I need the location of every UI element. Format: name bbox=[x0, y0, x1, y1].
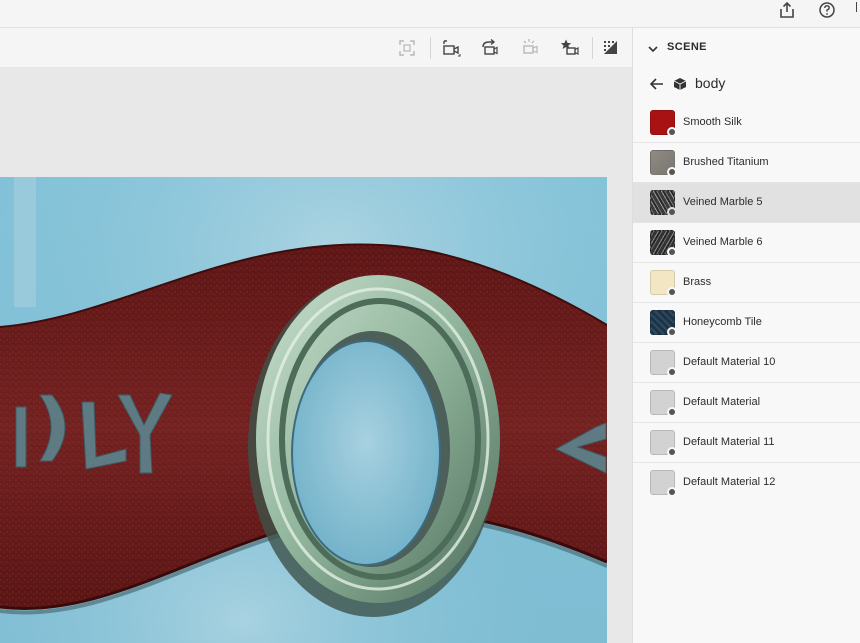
material-badge-icon bbox=[667, 247, 677, 257]
material-list: Smooth Silk Brushed Titanium Veined Marb… bbox=[633, 103, 860, 503]
scene-title: SCENE bbox=[667, 41, 707, 53]
scene-render bbox=[0, 177, 607, 643]
ring-grommet bbox=[248, 275, 500, 617]
scene-panel: SCENE body Smooth Silk Brushed Titanium … bbox=[632, 28, 860, 643]
material-item[interactable]: Honeycomb Tile bbox=[633, 303, 860, 343]
help-icon[interactable] bbox=[817, 0, 837, 20]
material-item[interactable]: Brass bbox=[633, 263, 860, 303]
material-item[interactable]: Veined Marble 6 bbox=[633, 223, 860, 263]
material-badge-icon bbox=[667, 367, 677, 377]
back-arrow-icon[interactable] bbox=[649, 76, 665, 92]
material-label: Brushed Titanium bbox=[683, 156, 769, 168]
scene-header[interactable]: SCENE bbox=[633, 28, 860, 68]
overflow-edge bbox=[856, 2, 860, 12]
frame-selection-icon[interactable] bbox=[396, 37, 418, 59]
toolbar-separator bbox=[592, 37, 593, 59]
rotate-view-icon[interactable] bbox=[478, 37, 500, 59]
material-label: Default Material bbox=[683, 396, 761, 408]
material-label: Brass bbox=[683, 276, 712, 288]
camera-options-icon[interactable] bbox=[440, 37, 462, 59]
cube-icon bbox=[673, 77, 687, 91]
material-badge-icon bbox=[667, 327, 677, 337]
starred-object-icon[interactable] bbox=[558, 37, 580, 59]
render-preview-icon[interactable] bbox=[600, 37, 622, 59]
light-options-icon[interactable] bbox=[518, 37, 540, 59]
material-label: Default Material 11 bbox=[683, 436, 775, 448]
material-item[interactable]: Default Material bbox=[633, 383, 860, 423]
material-item[interactable]: Default Material 11 bbox=[633, 423, 860, 463]
top-bar bbox=[0, 0, 860, 28]
chevron-down-icon[interactable] bbox=[647, 42, 659, 54]
3d-viewport[interactable] bbox=[0, 177, 607, 643]
breadcrumb: body bbox=[633, 68, 860, 100]
material-badge-icon bbox=[667, 447, 677, 457]
share-icon[interactable] bbox=[777, 0, 797, 20]
material-badge-icon bbox=[667, 287, 677, 297]
material-item[interactable]: Default Material 10 bbox=[633, 343, 860, 383]
material-label: Veined Marble 6 bbox=[683, 236, 763, 248]
material-label: Veined Marble 5 bbox=[683, 196, 763, 208]
material-label: Honeycomb Tile bbox=[683, 316, 762, 328]
material-label: Default Material 10 bbox=[683, 356, 776, 368]
material-item[interactable]: Smooth Silk bbox=[633, 103, 860, 143]
material-item[interactable]: Default Material 12 bbox=[633, 463, 860, 503]
canvas-area bbox=[0, 68, 632, 643]
material-badge-icon bbox=[667, 407, 677, 417]
material-item-selected[interactable]: Veined Marble 5 bbox=[633, 183, 860, 223]
material-label: Smooth Silk bbox=[683, 116, 742, 128]
toolbar-separator bbox=[430, 37, 431, 59]
material-badge-icon bbox=[667, 207, 677, 217]
material-badge-icon bbox=[667, 487, 677, 497]
breadcrumb-label: body bbox=[695, 75, 726, 91]
material-badge-icon bbox=[667, 167, 677, 177]
viewport-toolbar bbox=[0, 28, 632, 68]
material-item[interactable]: Brushed Titanium bbox=[633, 143, 860, 183]
material-label: Default Material 12 bbox=[683, 476, 776, 488]
material-badge-icon bbox=[667, 127, 677, 137]
